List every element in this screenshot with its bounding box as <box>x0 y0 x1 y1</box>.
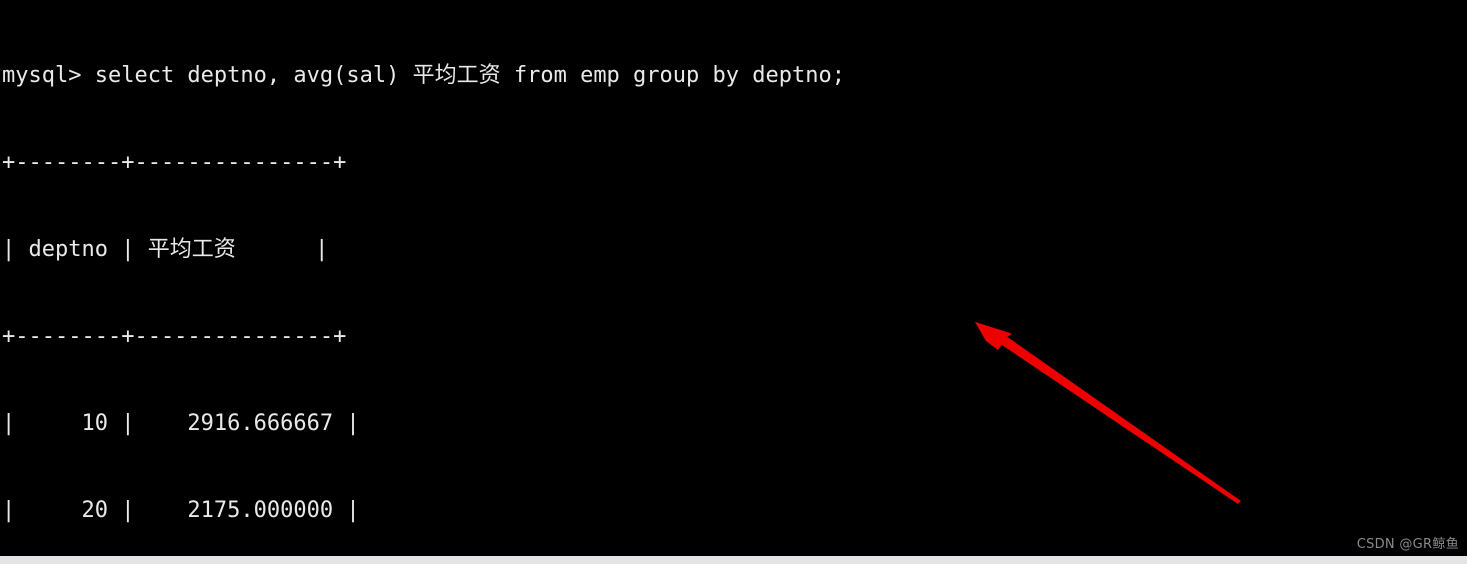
console-output: mysql> select deptno, avg(sal) 平均工资 from… <box>0 0 1467 564</box>
csdn-watermark: CSDN @GR鲸鱼 <box>1356 537 1459 552</box>
console-line: | 10 | 2916.666667 | <box>2 411 360 436</box>
terminal-window[interactable]: mysql> select deptno, avg(sal) 平均工资 from… <box>0 0 1467 564</box>
console-line: | deptno | 平均工资 | <box>2 237 329 262</box>
console-line: +--------+---------------+ <box>2 150 347 175</box>
console-line: | 20 | 2175.000000 | <box>2 498 360 523</box>
bottom-strip <box>0 556 1467 564</box>
console-line: mysql> select deptno, avg(sal) 平均工资 from… <box>2 63 845 88</box>
console-line: +--------+---------------+ <box>2 324 347 349</box>
